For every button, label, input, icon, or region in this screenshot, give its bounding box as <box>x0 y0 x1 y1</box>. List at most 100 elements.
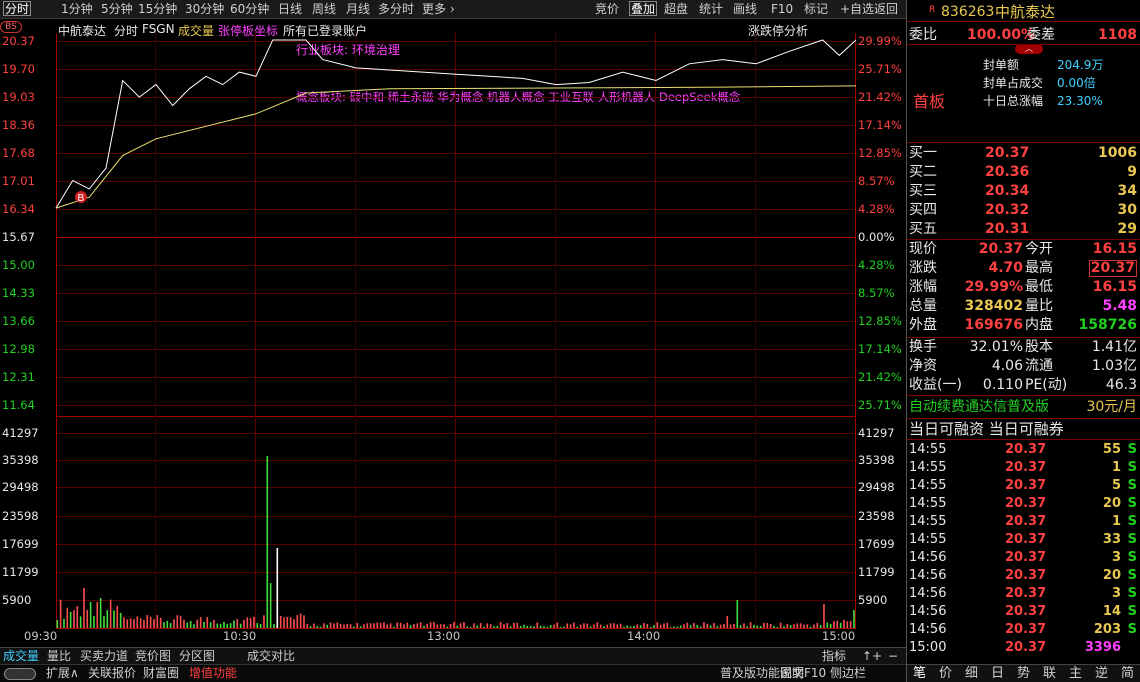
bid-row[interactable]: 买五 20.31 29 <box>907 220 1140 238</box>
volume-bar <box>63 618 65 628</box>
period-tab-9[interactable]: 多分时 <box>378 2 414 17</box>
volume-bar <box>503 624 505 628</box>
tick-tab-8[interactable]: 简 <box>1121 666 1134 681</box>
volume-bar <box>103 615 105 628</box>
tick-tab-7[interactable]: 逆 <box>1095 666 1108 681</box>
tick-tab-5[interactable]: 联 <box>1043 666 1056 681</box>
period-tab-8[interactable]: 月线 <box>346 2 370 17</box>
volume-bar <box>533 626 535 628</box>
promo-text[interactable]: 自动续费通达信普及版 <box>909 398 1049 416</box>
tick-time: 14:55 <box>909 496 947 511</box>
bid-label: 买五 <box>909 221 937 237</box>
bottom-link-3[interactable]: 增值功能 <box>189 666 237 681</box>
period-tab-3[interactable]: 15分钟 <box>138 2 177 17</box>
bottom-link-2[interactable]: 财富圈 <box>143 666 179 681</box>
toolbar-btn-8[interactable]: 返回 <box>874 2 898 17</box>
volume-bar <box>796 623 799 628</box>
quote-label: 外盘 <box>909 317 937 333</box>
toggle-switch[interactable] <box>4 668 36 680</box>
minus-icon[interactable]: − <box>888 649 898 664</box>
tick-tab-1[interactable]: 价 <box>939 666 952 681</box>
period-tab-1[interactable]: 1分钟 <box>61 2 93 17</box>
tick-list[interactable]: 14:55 20.37 55 S 14:55 20.37 1 S 14:55 20.37 5 S 14:… <box>907 441 1140 661</box>
tick-tab-0[interactable]: 笔 <box>913 666 926 681</box>
quote-value: 16.15 <box>1092 279 1137 295</box>
chart-area[interactable]: BS 中航泰达 分时 FSGN 成交量 张停板坐标 所有已登录账户 涨跌停分析 … <box>0 19 906 647</box>
toolbar-btn-1[interactable]: 叠加 <box>629 1 658 16</box>
sell-collapse-icon[interactable]: ︿ <box>1015 44 1043 54</box>
bottom-right-link-1[interactable]: 图文F10 <box>780 666 826 681</box>
toolbar-btn-2[interactable]: 超盘 <box>664 2 688 17</box>
tick-side: S <box>1127 532 1137 547</box>
volume-bar <box>316 626 319 628</box>
volume-bar <box>169 622 172 628</box>
bid-row[interactable]: 买三 20.34 34 <box>907 182 1140 200</box>
tick-tab-6[interactable]: 主 <box>1069 666 1082 681</box>
toolbar-btn-4[interactable]: 画线 <box>733 2 757 17</box>
volume-bar <box>656 622 659 628</box>
volume-bar <box>239 623 242 628</box>
plus-icon[interactable]: + <box>872 649 882 664</box>
volume-bar <box>749 622 752 628</box>
volume-bar <box>686 622 689 628</box>
toolbar-btn-6[interactable]: 标记 <box>804 2 828 17</box>
volume-bar <box>396 622 399 628</box>
quote-value: 4.70 <box>988 260 1023 276</box>
indicator-tab-1[interactable]: 量比 <box>47 649 71 664</box>
volume-bar <box>446 626 449 628</box>
bid-row[interactable]: 买一 20.37 1006 <box>907 144 1140 162</box>
bottom-link-0[interactable]: 扩展∧ <box>46 666 79 681</box>
indicator-tab-3[interactable]: 竞价图 <box>135 649 171 664</box>
bid-row[interactable]: 买四 20.32 30 <box>907 201 1140 219</box>
volume-bar <box>393 626 395 628</box>
volume-bar <box>423 625 425 628</box>
volume-bar <box>803 624 805 628</box>
period-tab-0[interactable]: 分时 <box>3 1 32 16</box>
indicator-tab-5[interactable]: 成交对比 <box>247 649 295 664</box>
volume-bar <box>813 624 815 628</box>
volume-bar <box>683 624 685 628</box>
volume-bar <box>493 626 495 628</box>
indicator-menu-button[interactable]: 指标 <box>822 649 846 664</box>
panel-up-icon[interactable]: ↑ <box>862 649 872 664</box>
avg-price-line <box>55 85 857 209</box>
bid-row[interactable]: 买二 20.36 9 <box>907 163 1140 181</box>
volume-bar <box>139 618 142 628</box>
indicator-tab-4[interactable]: 分区图 <box>179 649 215 664</box>
bid-volume: 34 <box>1117 183 1137 199</box>
volume-bar <box>69 611 72 628</box>
period-tab-7[interactable]: 周线 <box>312 2 336 17</box>
volume-bar <box>119 612 122 628</box>
volume-bar <box>636 624 639 628</box>
toolbar-btn-3[interactable]: 统计 <box>699 2 723 17</box>
tick-tab-4[interactable]: 势 <box>1017 666 1030 681</box>
volume-bar <box>569 624 572 628</box>
tick-tab-2[interactable]: 细 <box>965 666 978 681</box>
bid-volume: 1006 <box>1098 145 1137 161</box>
bottom-right-link-2[interactable]: 侧边栏 <box>830 666 866 681</box>
quote-value: 169676 <box>964 317 1023 333</box>
volume-bar <box>616 624 619 628</box>
toolbar-btn-5[interactable]: F10 <box>771 2 793 17</box>
more-chevron-icon[interactable]: › <box>450 2 455 17</box>
stock-code: 836263 <box>941 4 995 20</box>
toolbar-btn-7[interactable]: +自选 <box>840 2 874 17</box>
toolbar-btn-0[interactable]: 竞价 <box>595 2 619 17</box>
period-tab-6[interactable]: 日线 <box>278 2 302 17</box>
tick-volume: 5 <box>1111 478 1121 493</box>
period-tab-2[interactable]: 5分钟 <box>101 2 133 17</box>
period-tab-4[interactable]: 30分钟 <box>185 2 224 17</box>
tick-volume: 1 <box>1111 460 1121 475</box>
bid-price: 20.32 <box>985 202 1030 218</box>
tick-tab-3[interactable]: 日 <box>991 666 1004 681</box>
bottom-link-1[interactable]: 关联报价 <box>88 666 136 681</box>
indicator-tab-2[interactable]: 买卖力道 <box>80 649 128 664</box>
period-tab-5[interactable]: 60分钟 <box>230 2 269 17</box>
volume-bar <box>426 623 429 628</box>
tick-time: 14:56 <box>909 622 947 637</box>
quote-label: 现价 <box>909 241 937 257</box>
indicator-tab-0[interactable]: 成交量 <box>3 649 39 664</box>
period-tab-10[interactable]: 更多 <box>422 2 446 17</box>
promo-price[interactable]: 30元/月 <box>1086 398 1137 416</box>
volume-bar <box>313 623 315 628</box>
